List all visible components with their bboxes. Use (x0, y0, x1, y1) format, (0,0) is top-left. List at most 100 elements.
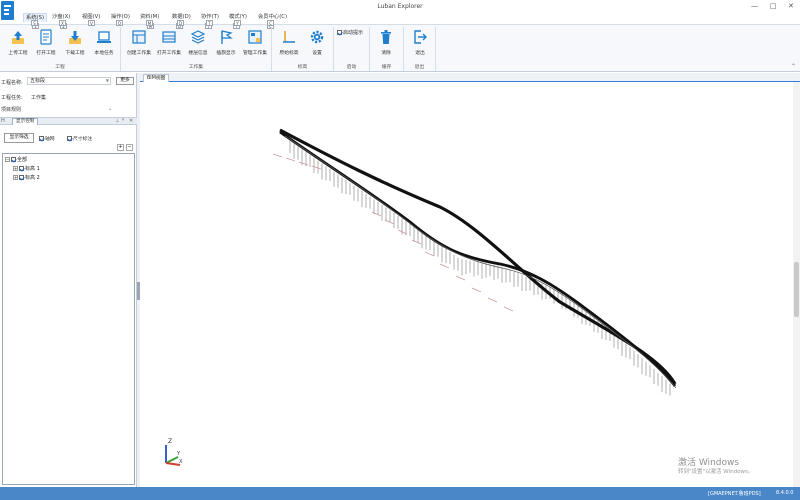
tree-view: − 全部 + 标高 1 + 标高 2 (2, 153, 135, 485)
expand-toggle-icon[interactable]: + (13, 175, 18, 180)
upload-icon (12, 31, 24, 44)
checkbox-box[interactable] (67, 136, 72, 141)
tree-node-level-2[interactable]: + 标高 2 (13, 174, 40, 181)
axis-gizmo: Z Y X (165, 438, 183, 466)
collapse-toggle-icon[interactable]: − (5, 157, 10, 162)
checkbox-label: 轴网 (45, 137, 55, 142)
checkbox-label: 启动提示 (343, 30, 364, 36)
panel-tab-bar: H 显示控制 ⊥ ᵠ ✕ (0, 117, 137, 125)
button-label: 管理工作集 (243, 51, 267, 56)
expand-all-button[interactable]: + (117, 144, 124, 151)
bridge-model-render (272, 128, 677, 396)
checkbox-box[interactable] (11, 157, 16, 162)
activation-watermark-hint: 转到"设置"以激活 Windows。 (678, 469, 754, 475)
checkbox-box[interactable] (337, 30, 342, 35)
create-workset-icon (132, 30, 146, 44)
pin-icon[interactable]: ⊥ (115, 118, 119, 125)
open-project-button[interactable]: 打开工程 (31, 29, 61, 59)
button-label: 楼层信息 (188, 51, 208, 56)
tab-scroll-left-icon[interactable]: H (1, 118, 5, 125)
collapse-all-button[interactable]: − (126, 144, 133, 151)
checkbox-box[interactable] (19, 166, 24, 171)
button-label: 设置 (312, 51, 322, 56)
ribbon-collapse-icon[interactable]: ⌃ (791, 63, 796, 70)
original-elevation-button[interactable]: 原始标高 (274, 29, 304, 59)
left-panel: 工程名称: 五标段 ▼ 更多 工程任务: 工作集 项目规则 ⌄ H 显示控制 ⊥… (0, 73, 137, 487)
group-label-workset: 工作集 (188, 65, 204, 70)
floor-info-button[interactable]: 楼层信息 (183, 29, 213, 59)
create-workset-button[interactable]: 创建工作集 (124, 29, 154, 59)
open-workset-button[interactable]: 打开工作集 (154, 29, 184, 59)
button-label: 插旗显示 (216, 51, 236, 56)
local-task-button[interactable]: 本地任务 (89, 29, 119, 59)
status-version: 8.4.0.0 (776, 490, 794, 496)
button-label: 上传工程 (8, 51, 28, 56)
display-filter-button[interactable]: 显示筛选 (4, 133, 34, 143)
download-icon (69, 31, 81, 44)
keytip: M (146, 20, 153, 26)
group-label-project: 工程 (55, 65, 65, 70)
axis-label-x: X (179, 459, 183, 465)
project-name-select[interactable]: 五标段 ▼ (27, 77, 111, 85)
view-tab-bar: BIM视图 (140, 73, 800, 82)
keytip: D (177, 20, 184, 26)
laptop-icon (97, 31, 111, 43)
checkbox-box[interactable] (39, 136, 44, 141)
button-label: 打开工作集 (157, 51, 181, 56)
expand-chevron-icon[interactable]: ⌄ (108, 106, 112, 112)
exit-icon (414, 30, 427, 44)
button-label: 原始标高 (279, 51, 299, 56)
open-workset-icon (162, 31, 176, 43)
menu-bar: 系统(S) 沙盘(X) 视图(V) 操作(O) 资料(M) 数据(D) 协作(T… (0, 12, 800, 26)
elevation-icon (283, 31, 295, 43)
more-button[interactable]: 更多 (116, 77, 134, 85)
download-project-button[interactable]: 下载工程 (60, 29, 90, 59)
keytip: X (59, 20, 66, 26)
expand-toggle-icon[interactable]: + (13, 166, 18, 171)
tree-node-label: 标高 1 (25, 166, 40, 172)
bim-viewport[interactable]: Z Y X (140, 82, 793, 487)
keytip: O (116, 20, 123, 26)
checkbox-box[interactable] (19, 175, 24, 180)
trash-icon (381, 30, 391, 44)
startup-tip-checkbox[interactable]: 启动提示 (337, 29, 363, 36)
gear-icon (310, 30, 324, 44)
close-button[interactable]: ✕ (788, 2, 794, 10)
keytip: Y (234, 20, 241, 26)
clear-cache-button[interactable]: 清除 (371, 29, 401, 59)
button-label: 退出 (415, 51, 425, 56)
button-label: 本地任务 (94, 51, 114, 56)
flag-display-button[interactable]: 插旗显示 (211, 29, 241, 59)
tab-display-control[interactable]: 显示控制 (12, 118, 39, 125)
exit-button[interactable]: 退出 (405, 29, 435, 59)
button-label: 下载工程 (65, 51, 85, 56)
manage-workset-button[interactable]: 管理工作集 (240, 29, 270, 59)
scrollbar-thumb[interactable] (794, 262, 799, 317)
keytip: S (31, 20, 38, 26)
floor-layers-icon (190, 30, 206, 44)
group-separator (435, 27, 436, 71)
dimension-checkbox[interactable]: 尺寸标注 (67, 135, 92, 142)
bridge-deck-upper (279, 128, 677, 385)
group-label-exit: 退出 (414, 65, 425, 70)
group-label-cache: 缓存 (381, 65, 392, 70)
keytip: C (267, 20, 274, 26)
close-icon[interactable]: ✕ (129, 118, 133, 125)
tree-node-label: 标高 2 (25, 175, 40, 181)
float-icon[interactable]: ᵠ (122, 118, 124, 125)
axis-grid-checkbox[interactable]: 轴网 (39, 135, 55, 142)
tree-node-all[interactable]: − 全部 (5, 156, 27, 163)
project-task-label: 工程任务: (1, 95, 23, 101)
checkbox-label: 尺寸标注 (73, 137, 93, 142)
minimize-button[interactable]: — (751, 2, 758, 10)
window-title: Luban Explorer (377, 3, 423, 10)
upload-project-button[interactable]: 上传工程 (3, 29, 33, 59)
settings-button[interactable]: 设置 (302, 29, 332, 59)
button-label: 创建工作集 (127, 51, 151, 56)
maximize-button[interactable]: □ (770, 2, 777, 10)
group-label-elevation: 标高 (297, 65, 308, 70)
tab-bim-view[interactable]: BIM视图 (143, 74, 170, 82)
tree-node-level-1[interactable]: + 标高 1 (13, 165, 40, 172)
keytip: V (88, 20, 95, 26)
manage-workset-icon (248, 30, 262, 44)
